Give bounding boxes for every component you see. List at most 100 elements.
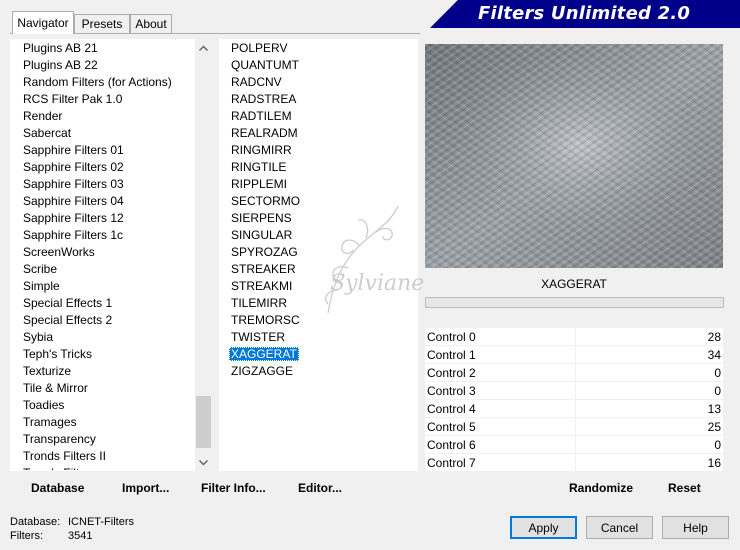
preview-image bbox=[425, 44, 723, 268]
control-row[interactable]: Control 7 16 bbox=[425, 454, 723, 472]
category-item[interactable]: Special Effects 2 bbox=[19, 312, 194, 329]
category-item[interactable]: Plugins AB 21 bbox=[19, 40, 194, 57]
category-item-label: Sabercat bbox=[23, 126, 72, 140]
category-list[interactable]: Plugins AB 21 Plugins AB 22 Random Filters… bbox=[19, 40, 194, 470]
category-item-label: Tronds Filters bbox=[21, 466, 98, 470]
database-button[interactable]: Database bbox=[31, 481, 84, 495]
category-item[interactable]: Sapphire Filters 03 bbox=[19, 176, 194, 193]
help-button[interactable]: Help bbox=[662, 516, 729, 539]
chevron-up-icon[interactable] bbox=[195, 39, 212, 56]
tab-presets[interactable]: Presets bbox=[74, 14, 130, 33]
filter-item[interactable]: TWISTER bbox=[227, 329, 412, 346]
filter-item[interactable]: ZIGZAGGE bbox=[227, 363, 412, 380]
apply-button[interactable]: Apply bbox=[510, 516, 577, 539]
category-item[interactable]: Toadies bbox=[19, 397, 194, 414]
editor-button[interactable]: Editor... bbox=[298, 481, 342, 495]
category-item[interactable]: Sapphire Filters 01 bbox=[19, 142, 194, 159]
filter-item[interactable]: TREMORSC bbox=[227, 312, 412, 329]
category-item[interactable]: Tramages bbox=[19, 414, 194, 431]
category-item[interactable]: Texturize bbox=[19, 363, 194, 380]
status-filters: Filters: 3541 bbox=[10, 530, 92, 542]
randomize-button[interactable]: Randomize bbox=[569, 481, 633, 495]
category-item[interactable]: Sapphire Filters 1c bbox=[19, 227, 194, 244]
category-item[interactable]: Special Effects 1 bbox=[19, 295, 194, 312]
filter-item[interactable]: XAGGERAT bbox=[227, 346, 412, 363]
control-row[interactable]: Control 2 0 bbox=[425, 364, 723, 382]
control-row[interactable]: Control 0 28 bbox=[425, 328, 723, 346]
filter-item[interactable]: STREAKMI bbox=[227, 278, 412, 295]
chevron-down-icon[interactable] bbox=[195, 454, 212, 471]
filter-item-label: SPYROZAG bbox=[231, 245, 298, 259]
tab-navigator[interactable]: Navigator bbox=[12, 11, 74, 34]
category-item[interactable]: Plugins AB 22 bbox=[19, 57, 194, 74]
cancel-button[interactable]: Cancel bbox=[586, 516, 653, 539]
category-item-label: Simple bbox=[23, 279, 60, 293]
control-value: 28 bbox=[707, 330, 721, 344]
category-item-label: Texturize bbox=[23, 364, 72, 378]
category-item[interactable]: Sapphire Filters 02 bbox=[19, 159, 194, 176]
control-row[interactable]: Control 6 0 bbox=[425, 436, 723, 454]
category-item[interactable]: ScreenWorks bbox=[19, 244, 194, 261]
filter-list[interactable]: POLPERV QUANTUMT RADCNV RADSTREA RADTILEM REA… bbox=[227, 40, 412, 380]
control-row[interactable]: Control 1 34 bbox=[425, 346, 723, 364]
category-item-label: Teph's Tricks bbox=[23, 347, 92, 361]
filter-item[interactable]: RINGMIRR bbox=[227, 142, 412, 159]
category-item-label: ScreenWorks bbox=[23, 245, 95, 259]
filter-item[interactable]: SINGULAR bbox=[227, 227, 412, 244]
control-row[interactable]: Control 4 13 bbox=[425, 400, 723, 418]
category-item[interactable]: Teph's Tricks bbox=[19, 346, 194, 363]
category-item-label: Random Filters (for Actions) bbox=[23, 75, 172, 89]
category-item[interactable]: Random Filters (for Actions) bbox=[19, 74, 194, 91]
control-label: Control 4 bbox=[427, 402, 476, 416]
category-item[interactable]: Sapphire Filters 12 bbox=[19, 210, 194, 227]
filter-item[interactable]: TILEMIRR bbox=[227, 295, 412, 312]
category-item[interactable]: Transparency bbox=[19, 431, 194, 448]
control-value: 34 bbox=[707, 348, 721, 362]
status-filters-value: 3541 bbox=[68, 530, 93, 542]
filter-item-label: XAGGERAT bbox=[229, 347, 299, 361]
filter-item[interactable]: POLPERV bbox=[227, 40, 412, 57]
filter-item[interactable]: RADSTREA bbox=[227, 91, 412, 108]
filter-item[interactable]: REALRADM bbox=[227, 125, 412, 142]
import-button[interactable]: Import... bbox=[122, 481, 169, 495]
category-item[interactable]: Sabercat bbox=[19, 125, 194, 142]
category-item[interactable]: Tronds Filters II bbox=[19, 448, 194, 465]
control-divider bbox=[575, 328, 576, 345]
category-item[interactable]: RCS Filter Pak 1.0 bbox=[19, 91, 194, 108]
filter-item[interactable]: RIPPLEMI bbox=[227, 176, 412, 193]
filter-item[interactable]: RINGTILE bbox=[227, 159, 412, 176]
selected-filter-name: XAGGERAT bbox=[425, 273, 723, 295]
category-item[interactable]: Sybia bbox=[19, 329, 194, 346]
control-label: Control 7 bbox=[427, 456, 476, 470]
category-item[interactable]: Render bbox=[19, 108, 194, 125]
reset-button[interactable]: Reset bbox=[668, 481, 701, 495]
status-database-label: Database: bbox=[10, 516, 61, 528]
control-row[interactable]: Control 3 0 bbox=[425, 382, 723, 400]
category-item[interactable]: Simple bbox=[19, 278, 194, 295]
category-item[interactable]: Tronds Filters bbox=[19, 465, 194, 470]
filter-item[interactable]: RADTILEM bbox=[227, 108, 412, 125]
control-row[interactable]: Control 5 25 bbox=[425, 418, 723, 436]
category-item-label: Sapphire Filters 01 bbox=[23, 143, 124, 157]
filter-item-label: POLPERV bbox=[231, 41, 288, 55]
filter-info-button[interactable]: Filter Info... bbox=[201, 481, 266, 495]
filter-item[interactable]: SIERPENS bbox=[227, 210, 412, 227]
filter-item-label: SINGULAR bbox=[231, 228, 293, 242]
category-item[interactable]: Scribe bbox=[19, 261, 194, 278]
filter-item-label: STREAKER bbox=[231, 262, 296, 276]
filter-item[interactable]: SPYROZAG bbox=[227, 244, 412, 261]
scrollbar-thumb[interactable] bbox=[196, 396, 211, 448]
status-database-value: ICNET-Filters bbox=[68, 516, 134, 528]
filter-item[interactable]: RADCNV bbox=[227, 74, 412, 91]
filter-item[interactable]: SECTORMO bbox=[227, 193, 412, 210]
tab-about[interactable]: About bbox=[130, 14, 172, 33]
category-item-label: Transparency bbox=[23, 432, 96, 446]
filter-item[interactable]: QUANTUMT bbox=[227, 57, 412, 74]
category-item[interactable]: Sapphire Filters 04 bbox=[19, 193, 194, 210]
filter-item[interactable]: STREAKER bbox=[227, 261, 412, 278]
control-value: 13 bbox=[707, 402, 721, 416]
control-value: 25 bbox=[707, 420, 721, 434]
category-scrollbar[interactable] bbox=[195, 39, 212, 471]
category-item[interactable]: Tile & Mirror bbox=[19, 380, 194, 397]
filter-item-label: RIPPLEMI bbox=[231, 177, 288, 191]
